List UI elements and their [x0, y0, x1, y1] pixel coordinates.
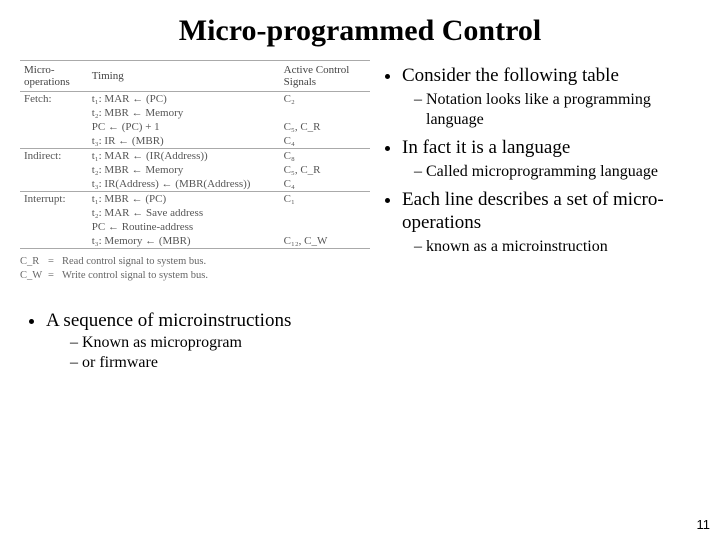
cell-timing: t₃: IR ← (MBR): [88, 134, 280, 149]
list-item: Each line describes a set of micro-opera…: [402, 188, 700, 258]
table-legend: C_R = Read control signal to system bus.…: [20, 255, 370, 282]
micro-op-table: Micro-operations Timing Active Control S…: [20, 60, 370, 249]
cell-signal: C₁: [280, 192, 370, 207]
list-item: A sequence of microinstructions Known as…: [46, 310, 700, 372]
cell-timing: t₂: MBR ← Memory: [88, 106, 280, 120]
list-item: Called microprogramming language: [426, 162, 700, 182]
cell-signal: C₄: [280, 177, 370, 192]
table-figure: Micro-operations Timing Active Control S…: [20, 60, 370, 282]
legend-eq: =: [48, 255, 62, 269]
cell-signal: C₅, C_R: [280, 120, 370, 134]
cell-signal: C₄: [280, 134, 370, 149]
table-row: Interrupt: t₁: MBR ← (PC) C₁: [20, 192, 370, 207]
bullet-text: Consider the following table: [402, 65, 619, 86]
list-item: or firmware: [82, 354, 700, 372]
slide: Micro-programmed Control Micro-operation…: [0, 0, 720, 540]
page-title: Micro-programmed Control: [20, 14, 700, 48]
th-phase: Micro-operations: [20, 61, 88, 92]
cell-signal: C₁₂, C_W: [280, 234, 370, 249]
cell-timing: PC ← (PC) + 1: [88, 120, 280, 134]
cell-signal: C₂: [280, 92, 370, 107]
phase-label: Fetch:: [20, 92, 88, 149]
bullet-text: Each line describes a set of micro-opera…: [402, 189, 664, 234]
cell-signal: C₅, C_R: [280, 163, 370, 177]
cell-timing: t₁: MBR ← (PC): [88, 192, 280, 207]
cell-timing: t₂: MBR ← Memory: [88, 163, 280, 177]
legend-symbol: C_R: [20, 255, 48, 269]
cell-signal: [280, 220, 370, 234]
phase-label: Indirect:: [20, 149, 88, 192]
cell-signal: [280, 206, 370, 220]
list-item: Known as microprogram: [82, 334, 700, 352]
upper-row: Micro-operations Timing Active Control S…: [20, 60, 700, 282]
legend-desc: Read control signal to system bus.: [62, 255, 206, 269]
page-number: 11: [697, 517, 711, 532]
cell-signal: [280, 106, 370, 120]
table-row: Indirect: t₁: MAR ← (IR(Address)) C₈: [20, 149, 370, 164]
th-signals: Active Control Signals: [280, 61, 370, 92]
list-item: Notation looks like a programming langua…: [426, 90, 700, 130]
bullet-text: In fact it is a language: [402, 137, 570, 158]
legend-eq: =: [48, 269, 62, 283]
phase-label: Interrupt:: [20, 192, 88, 249]
bullet-text: A sequence of microinstructions: [46, 310, 291, 331]
table-row: Fetch: t₁: MAR ← (PC) C₂: [20, 92, 370, 107]
cell-signal: C₈: [280, 149, 370, 164]
cell-timing: t₃: Memory ← (MBR): [88, 234, 280, 249]
cell-timing: t₂: MAR ← Save address: [88, 206, 280, 220]
legend-symbol: C_W: [20, 269, 48, 283]
th-timing: Timing: [88, 61, 280, 92]
cell-timing: PC ← Routine-address: [88, 220, 280, 234]
list-item: In fact it is a language Called micropro…: [402, 136, 700, 182]
bullets-right: Consider the following table Notation lo…: [380, 60, 700, 282]
cell-timing: t₁: MAR ← (IR(Address)): [88, 149, 280, 164]
list-item: Consider the following table Notation lo…: [402, 64, 700, 130]
list-item: known as a microinstruction: [426, 237, 700, 257]
bullets-lower: A sequence of microinstructions Known as…: [20, 310, 700, 372]
cell-timing: t₁: MAR ← (PC): [88, 92, 280, 107]
legend-desc: Write control signal to system bus.: [62, 269, 208, 283]
cell-timing: t₃: IR(Address) ← (MBR(Address)): [88, 177, 280, 192]
